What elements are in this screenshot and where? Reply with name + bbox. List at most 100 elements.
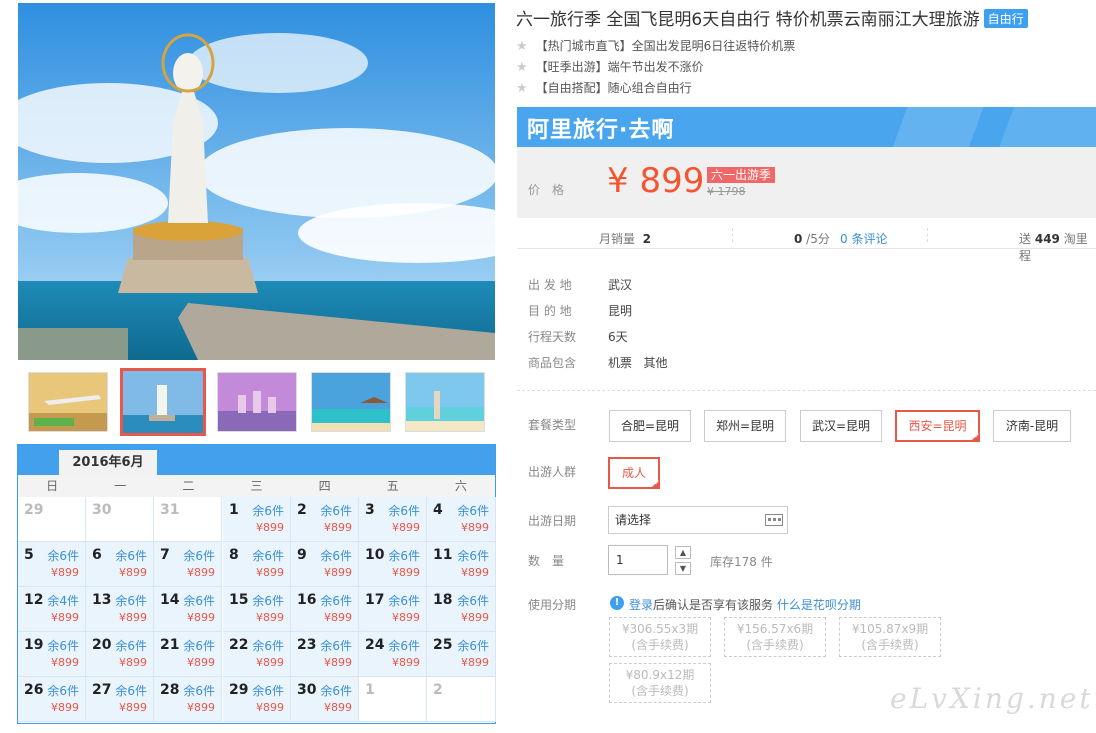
- calendar-day[interactable]: 24 余6件 ¥899: [359, 632, 427, 677]
- travel-date-input[interactable]: 请选择: [608, 506, 788, 534]
- rating-suffix: /5分: [802, 232, 830, 246]
- thumbnail-beach-pavilion[interactable]: [311, 372, 391, 432]
- calendar-day[interactable]: 7 余6件 ¥899: [154, 542, 222, 587]
- calendar-day[interactable]: 28 余6件 ¥899: [154, 677, 222, 722]
- monthly-sales: 月销量 2: [599, 230, 651, 247]
- installment-option-12[interactable]: ¥80.9x12期 (含手续费): [609, 663, 711, 703]
- huabei-info-link[interactable]: 什么是花呗分期: [777, 598, 861, 612]
- calendar-day[interactable]: 4 余6件 ¥899: [427, 497, 496, 542]
- calendar-day[interactable]: 13 余6件 ¥899: [86, 587, 154, 632]
- package-option-hefei[interactable]: 合肥=昆明: [609, 410, 691, 442]
- calendar-day[interactable]: 27 余6件 ¥899: [86, 677, 154, 722]
- weekday-header: 六: [454, 479, 467, 493]
- calendar-day[interactable]: 19 余6件 ¥899: [18, 632, 86, 677]
- calendar-day[interactable]: 18 余6件 ¥899: [427, 587, 496, 632]
- calendar-day[interactable]: 17 余6件 ¥899: [359, 587, 427, 632]
- calendar-day[interactable]: 23 余6件 ¥899: [291, 632, 359, 677]
- reviews-link-text[interactable]: 0 条评论: [840, 232, 887, 246]
- calendar-day[interactable]: 1 余6件 ¥899: [223, 497, 291, 542]
- quantity-input[interactable]: 1: [608, 545, 668, 575]
- day-stock: 余6件: [115, 684, 147, 698]
- day-number: 17: [365, 592, 385, 608]
- original-price: ¥ 1798: [707, 185, 746, 198]
- day-stock: 余4件: [47, 594, 79, 608]
- day-number: 13: [92, 592, 112, 608]
- installment-amount: ¥306.55x3期: [621, 622, 699, 636]
- day-price: ¥899: [324, 566, 352, 579]
- day-number: 4: [433, 502, 443, 518]
- day-price: ¥899: [51, 566, 79, 579]
- calendar-day[interactable]: 25 余6件 ¥899: [427, 632, 496, 677]
- package-option-xian[interactable]: 西安=昆明: [895, 410, 980, 442]
- calendar-day[interactable]: 3 余6件 ¥899: [359, 497, 427, 542]
- day-stock: 余6件: [388, 549, 420, 563]
- package-option-zhengzhou[interactable]: 郑州=昆明: [704, 410, 786, 442]
- calendar-day[interactable]: 10 余6件 ¥899: [359, 542, 427, 587]
- installment-option-9[interactable]: ¥105.87x9期 (含手续费): [839, 617, 941, 657]
- info-value: 昆明: [608, 304, 633, 318]
- calendar-day[interactable]: 6 余6件 ¥899: [86, 542, 154, 587]
- package-option-jinan[interactable]: 济南-昆明: [993, 410, 1071, 442]
- calendar-day[interactable]: 21 余6件 ¥899: [154, 632, 222, 677]
- calendar-day[interactable]: 12 余4件 ¥899: [18, 587, 86, 632]
- feature-text: 全国出发昆明6日往返特价机票: [631, 39, 796, 53]
- calendar-day[interactable]: 15 余6件 ¥899: [223, 587, 291, 632]
- calendar-day[interactable]: 14 余6件 ¥899: [154, 587, 222, 632]
- day-number: 10: [365, 547, 385, 563]
- day-price: ¥899: [51, 701, 79, 714]
- calendar-day[interactable]: 30 余6件 ¥899: [291, 677, 359, 722]
- weekday-header: 日: [46, 479, 59, 493]
- thumbnail-beach-woman[interactable]: [405, 372, 485, 432]
- quantity-decrease-button[interactable]: ▼: [675, 562, 691, 575]
- package-option-label: 郑州=昆明: [715, 419, 775, 433]
- calendar-day[interactable]: 11 余6件 ¥899: [427, 542, 496, 587]
- info-value: 武汉: [608, 278, 633, 292]
- day-stock: 余6件: [320, 549, 352, 563]
- day-number: 15: [229, 592, 249, 608]
- day-stock: 余6件: [320, 594, 352, 608]
- installment-fee-note: (含手续费): [631, 638, 689, 652]
- date-placeholder: 请选择: [615, 513, 652, 527]
- reviews-link[interactable]: 0 条评论: [840, 230, 887, 247]
- calendar-day[interactable]: 20 余6件 ¥899: [86, 632, 154, 677]
- thumbnail-guanyin-statue[interactable]: [120, 368, 206, 436]
- installment-option-6[interactable]: ¥156.57x6期 (含手续费): [724, 617, 826, 657]
- day-stock: 余6件: [47, 639, 79, 653]
- calendar-day[interactable]: 8 余6件 ¥899: [223, 542, 291, 587]
- calendar-icon[interactable]: [765, 514, 783, 526]
- day-price: ¥899: [187, 566, 215, 579]
- points-value: 449: [1034, 232, 1060, 246]
- day-price: ¥899: [461, 611, 489, 624]
- installment-option-3[interactable]: ¥306.55x3期 (含手续费): [609, 617, 711, 657]
- weekday-header: 一: [114, 479, 127, 493]
- day-stock: 余6件: [183, 684, 215, 698]
- calendar-month-tab[interactable]: 2016年6月: [59, 450, 157, 475]
- installment-fee-note: (含手续费): [861, 638, 919, 652]
- day-stock: 余6件: [252, 504, 284, 518]
- day-price: ¥899: [392, 566, 420, 579]
- main-product-photo: [18, 3, 495, 360]
- thumbnail-sunset-towers[interactable]: [217, 372, 297, 432]
- quantity-increase-button[interactable]: ▲: [675, 546, 691, 559]
- star-icon: ★: [516, 60, 528, 75]
- thumbnail-airplane[interactable]: [28, 372, 108, 432]
- calendar-day[interactable]: 29 余6件 ¥899: [223, 677, 291, 722]
- day-price: ¥899: [256, 521, 284, 534]
- calendar-day[interactable]: 22 余6件 ¥899: [223, 632, 291, 677]
- calendar-day[interactable]: 26 余6件 ¥899: [18, 677, 86, 722]
- calendar-day[interactable]: 5 余6件 ¥899: [18, 542, 86, 587]
- package-option-wuhan[interactable]: 武汉=昆明: [800, 410, 882, 442]
- day-number: 16: [297, 592, 317, 608]
- calendar-day[interactable]: 9 余6件 ¥899: [291, 542, 359, 587]
- day-stock: 余6件: [183, 549, 215, 563]
- crowd-option-adult[interactable]: 成人: [608, 457, 660, 489]
- calendar-day[interactable]: 16 余6件 ¥899: [291, 587, 359, 632]
- info-duration: 行程天数 6天: [528, 328, 628, 345]
- package-type-label: 套餐类型: [528, 418, 577, 432]
- calendar-day[interactable]: 2 余6件 ¥899: [291, 497, 359, 542]
- day-number: 22: [229, 637, 249, 653]
- login-link[interactable]: 登录: [629, 598, 653, 612]
- day-stock: 余6件: [252, 594, 284, 608]
- feature-tag: 【旺季出游】: [535, 60, 608, 74]
- selected-check-icon: [970, 431, 980, 442]
